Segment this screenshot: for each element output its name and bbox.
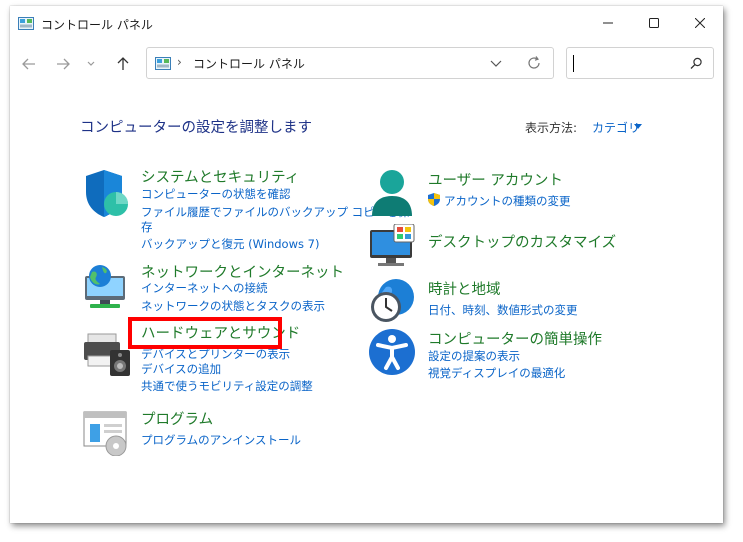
text-cursor xyxy=(573,55,574,72)
link-connect-internet[interactable]: インターネットへの接続 xyxy=(141,280,268,296)
link-optimize-visual-display[interactable]: 視覚ディスプレイの最適化 xyxy=(428,365,565,381)
maximize-icon xyxy=(649,18,659,28)
address-dropdown-icon[interactable] xyxy=(490,56,502,70)
category-user-accounts[interactable]: ユーザー アカウント xyxy=(428,169,563,190)
link-backup-restore-win7[interactable]: バックアップと復元 (Windows 7) xyxy=(141,236,319,252)
arrow-left-icon xyxy=(22,58,35,70)
close-icon xyxy=(695,18,705,28)
window-title: コントロール パネル xyxy=(41,18,153,32)
view-by-dropdown[interactable]: カテゴリ xyxy=(592,119,640,136)
maximize-button[interactable] xyxy=(631,6,677,40)
link-date-time-number-format[interactable]: 日付、時刻、数値形式の変更 xyxy=(428,302,578,318)
user-account-icon[interactable] xyxy=(368,168,416,218)
link-get-recommendations[interactable]: 設定の提案の表示 xyxy=(428,348,520,364)
link-file-history-backup-wrap[interactable]: 存 xyxy=(141,219,153,235)
close-button[interactable] xyxy=(677,6,723,40)
category-system-security[interactable]: システムとセキュリティ xyxy=(141,166,299,187)
title-bar: コントロール パネル xyxy=(10,6,723,40)
up-button[interactable] xyxy=(112,53,134,75)
control-panel-icon xyxy=(155,57,171,70)
shield-icon[interactable] xyxy=(82,168,130,220)
minimize-icon xyxy=(603,22,613,24)
forward-button[interactable] xyxy=(52,53,74,75)
link-mobility-settings[interactable]: 共通で使うモビリティ設定の調整 xyxy=(141,378,313,394)
link-add-device[interactable]: デバイスの追加 xyxy=(141,361,221,377)
breadcrumb-control-panel[interactable]: コントロール パネル xyxy=(193,55,305,72)
link-check-computer-status[interactable]: コンピューターの状態を確認 xyxy=(141,186,291,202)
programs-icon[interactable] xyxy=(82,410,130,456)
highlight-box xyxy=(128,317,282,349)
desktop-customize-icon[interactable] xyxy=(368,224,418,268)
category-ease-of-access[interactable]: コンピューターの簡単操作 xyxy=(428,328,602,349)
control-panel-icon xyxy=(18,17,34,30)
arrow-up-icon xyxy=(117,57,129,70)
link-network-status-tasks[interactable]: ネットワークの状態とタスクの表示 xyxy=(141,298,325,314)
printer-speaker-icon[interactable] xyxy=(82,332,132,378)
page-heading: コンピューターの設定を調整します xyxy=(80,120,312,136)
arrow-right-icon xyxy=(57,58,70,70)
minimize-button[interactable] xyxy=(585,6,631,40)
view-by-label: 表示方法: xyxy=(525,121,578,135)
category-network-internet[interactable]: ネットワークとインターネット xyxy=(141,261,344,282)
category-clock-region[interactable]: 時計と地域 xyxy=(428,278,501,299)
search-input[interactable] xyxy=(566,47,714,79)
control-panel-window: コントロール パネル › コントロール パネル コンピューターの設定を調整します… xyxy=(10,6,723,523)
ease-of-access-icon[interactable] xyxy=(368,328,416,376)
link-change-account-type[interactable]: アカウントの種類の変更 xyxy=(444,193,571,209)
navigation-bar: › コントロール パネル xyxy=(10,44,723,86)
breadcrumb-separator[interactable]: › xyxy=(177,55,182,69)
search-icon[interactable] xyxy=(690,57,703,70)
link-uninstall-program[interactable]: プログラムのアンインストール xyxy=(141,432,301,448)
category-desktop-customize[interactable]: デスクトップのカスタマイズ xyxy=(428,231,616,252)
refresh-icon[interactable] xyxy=(527,56,541,70)
network-globe-icon[interactable] xyxy=(82,262,130,310)
caret-down-icon[interactable] xyxy=(634,124,642,129)
address-bar[interactable]: › コントロール パネル xyxy=(146,47,554,79)
category-programs[interactable]: プログラム xyxy=(141,408,213,429)
clock-globe-icon[interactable] xyxy=(368,277,416,325)
back-button[interactable] xyxy=(18,53,40,75)
chevron-down-icon xyxy=(87,61,95,66)
recent-locations-button[interactable] xyxy=(84,53,98,75)
uac-shield-icon xyxy=(428,193,440,206)
